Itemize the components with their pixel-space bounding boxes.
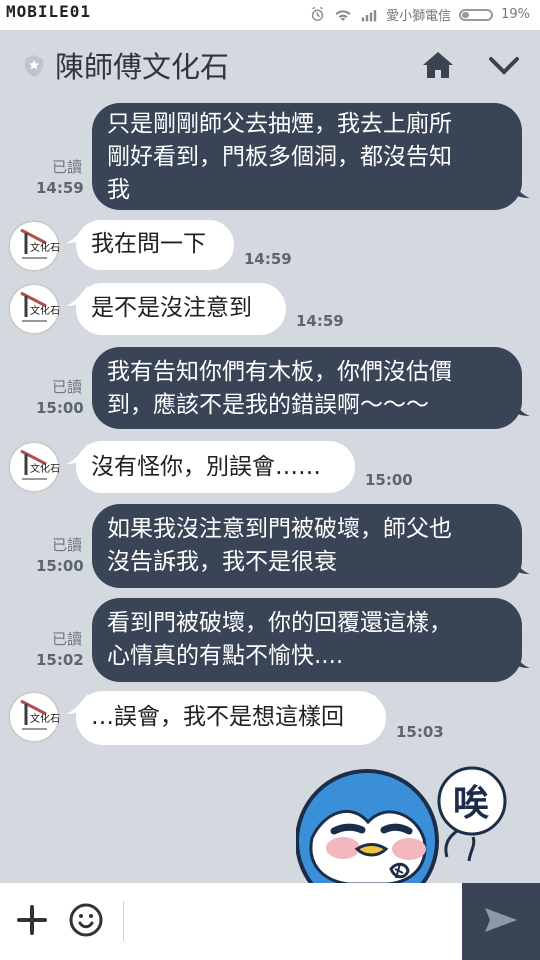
svg-text:文化石: 文化石 [30, 712, 60, 725]
message-bubble[interactable]: …誤會，我不是想這樣回 [76, 691, 386, 745]
message-time: 15:02 [36, 651, 84, 669]
message-sent-2: 我有告知你們有木板，你們沒估價 到，應該不是我的錯誤啊～～～ 已讀 15:00 [0, 347, 540, 429]
message-time: 14:59 [244, 250, 292, 268]
chevron-down-icon [487, 54, 521, 80]
message-bubble[interactable]: 看到門被破壞，你的回覆還這樣， 心情真的有點不愉快.... [92, 598, 522, 682]
status-right: 愛小獅電信 19% [308, 5, 530, 24]
wifi-icon [334, 6, 352, 24]
message-time: 15:00 [365, 471, 413, 489]
svg-text:文化石: 文化石 [30, 462, 60, 475]
svg-text:文化石: 文化石 [30, 304, 60, 317]
read-status: 已讀 [51, 536, 82, 554]
message-received-4: 文化石 …誤會，我不是想這樣回 15:03 [0, 691, 540, 745]
message-sent-4: 看到門被破壞，你的回覆還這樣， 心情真的有點不愉快.... 已讀 15:02 [0, 598, 540, 682]
avatar[interactable]: 文化石 [8, 283, 60, 335]
message-meta: 已讀 15:00 [36, 378, 84, 418]
message-bubble[interactable]: 我在問一下 [76, 220, 234, 270]
message-time: 14:59 [36, 179, 84, 197]
plus-icon [15, 903, 49, 941]
avatar[interactable]: 文化石 [8, 220, 60, 272]
message-received-2: 文化石 是不是沒注意到 14:59 [0, 283, 540, 335]
message-input-bar [0, 883, 540, 960]
message-sent-3: 如果我沒注意到門被破壞，師父也 沒告訴我，我不是很衰 已讀 15:00 [0, 504, 540, 588]
message-meta: 已讀 15:00 [36, 536, 84, 576]
message-received-1: 文化石 我在問一下 14:59 [0, 220, 540, 272]
emoji-button[interactable] [67, 903, 105, 941]
message-meta: 已讀 15:02 [36, 630, 84, 670]
battery-percent: 19% [501, 7, 530, 22]
shield-star-icon [23, 54, 45, 78]
signal-icon [360, 6, 378, 24]
message-sent-1: 只是剛剛師父去抽煙，我去上廁所 剛好看到，門板多個洞，都沒告知 我 已讀 14:… [0, 103, 540, 210]
message-time: 15:00 [36, 399, 84, 417]
message-received-3: 文化石 沒有怪你，別誤會…… 15:00 [0, 441, 540, 493]
carrier-name: 愛小獅電信 [386, 9, 452, 24]
battery-icon [459, 8, 494, 21]
input-divider [123, 901, 124, 941]
read-status: 已讀 [51, 158, 82, 176]
mobile01-watermark: MOBILE01 [4, 2, 94, 21]
message-input[interactable] [132, 901, 451, 943]
message-time: 15:00 [36, 557, 84, 575]
avatar[interactable]: 文化石 [8, 441, 60, 493]
read-status: 已讀 [51, 630, 82, 648]
home-icon [421, 50, 455, 84]
avatar[interactable]: 文化石 [8, 691, 60, 743]
emoji-icon [68, 902, 104, 942]
message-bubble[interactable]: 沒有怪你，別誤會…… [76, 441, 355, 493]
alarm-icon [308, 6, 326, 24]
read-status: 已讀 [51, 378, 82, 396]
chat-title: 陳師傅文化石 [55, 50, 230, 84]
message-bubble[interactable]: 我有告知你們有木板，你們沒估價 到，應該不是我的錯誤啊～～～ [92, 347, 522, 429]
svg-text:文化石: 文化石 [30, 241, 60, 254]
menu-dropdown-button[interactable] [485, 48, 523, 86]
message-bubble[interactable]: 是不是沒注意到 [76, 283, 286, 335]
chat-header: 陳師傅文化石 [0, 30, 540, 103]
send-icon [483, 906, 519, 938]
home-button[interactable] [419, 48, 457, 86]
message-bubble[interactable]: 只是剛剛師父去抽煙，我去上廁所 剛好看到，門板多個洞，都沒告知 我 [92, 103, 522, 210]
message-time: 15:03 [396, 723, 444, 741]
add-button[interactable] [13, 903, 51, 941]
send-button[interactable] [462, 883, 540, 960]
message-time: 14:59 [296, 312, 344, 330]
chat-screen: MOBILE01 愛小獅電信 19% 陳師傅文化石 只是剛剛師父去抽煙，我去上廁… [0, 0, 540, 960]
status-bar: MOBILE01 愛小獅電信 19% [0, 0, 540, 30]
penguin-sticker[interactable]: 唉 [296, 763, 510, 884]
message-bubble[interactable]: 如果我沒注意到門被破壞，師父也 沒告訴我，我不是很衰 [92, 504, 522, 588]
message-meta: 已讀 14:59 [36, 158, 84, 198]
sticker-text: 唉 [453, 783, 490, 824]
